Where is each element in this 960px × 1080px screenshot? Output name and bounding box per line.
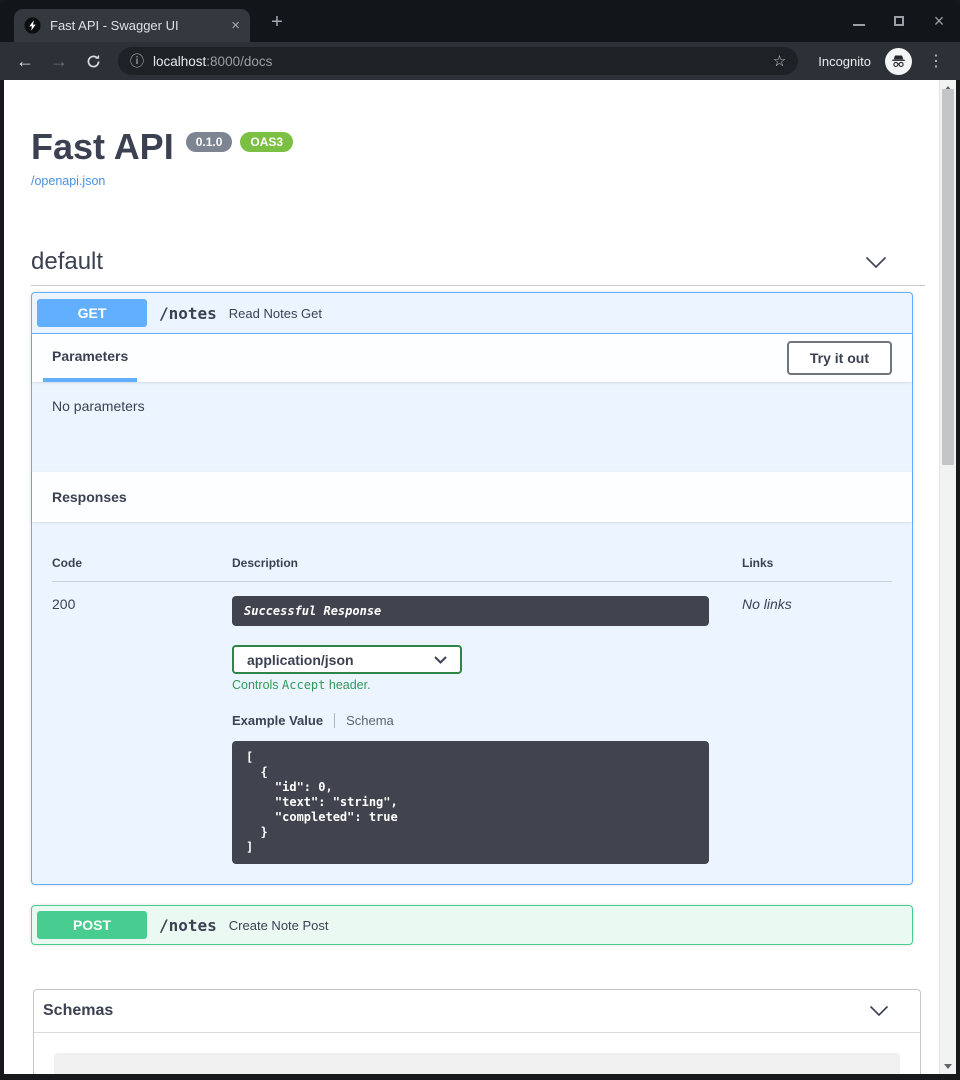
media-type-select[interactable]: application/json xyxy=(232,645,462,674)
schemas-section: Schemas Note xyxy=(33,989,921,1074)
schemas-chevron-down-icon[interactable] xyxy=(869,1005,889,1017)
openapi-spec-link[interactable]: /openapi.json xyxy=(31,174,105,188)
response-row-200: 200 Successful Response application/json… xyxy=(52,582,892,864)
page-viewport: Fast API 0.1.0 OAS3 /openapi.json defaul… xyxy=(4,80,956,1074)
model-container: Note xyxy=(54,1053,900,1074)
schemas-title: Schemas xyxy=(43,1002,113,1020)
example-schema-tabs: Example Value Schema xyxy=(232,713,742,728)
minimize-icon xyxy=(853,24,865,26)
schemas-header[interactable]: Schemas xyxy=(34,990,920,1033)
media-type-value: application/json xyxy=(247,652,354,668)
browser-tab[interactable]: Fast API - Swagger UI × xyxy=(14,9,250,42)
chevron-down-icon[interactable] xyxy=(865,256,887,269)
site-info-icon[interactable]: ⓘ xyxy=(130,51,144,71)
responses-table-header: Code Description Links xyxy=(52,542,892,582)
tab-title: Fast API - Swagger UI xyxy=(50,18,222,33)
no-parameters-text: No parameters xyxy=(52,398,145,414)
get-path: /notes xyxy=(159,304,217,323)
fastapi-favicon-icon xyxy=(24,17,41,34)
response-description-box: Successful Response xyxy=(232,596,709,626)
maximize-icon xyxy=(894,16,904,26)
tab-parameters[interactable]: Parameters xyxy=(43,334,137,382)
col-code-header: Code xyxy=(52,556,232,570)
post-summary-text: Create Note Post xyxy=(229,918,329,933)
incognito-label: Incognito xyxy=(818,54,871,69)
badges: 0.1.0 OAS3 xyxy=(186,132,293,152)
get-method-badge: GET xyxy=(37,299,147,327)
oas3-badge: OAS3 xyxy=(240,132,293,152)
try-it-out-wrap: Try it out xyxy=(787,334,892,382)
accept-header-note: Controls Accept header. xyxy=(232,678,742,692)
version-badge: 0.1.0 xyxy=(186,132,233,152)
response-links: No links xyxy=(742,582,892,864)
scrollbar-thumb[interactable] xyxy=(942,89,954,465)
tag-title: default xyxy=(31,248,103,276)
post-method-badge: POST xyxy=(37,911,147,939)
url-host: localhost xyxy=(153,54,206,69)
tab-schema[interactable]: Schema xyxy=(346,713,394,728)
forward-icon[interactable]: → xyxy=(46,51,72,72)
browser-tabstrip: Fast API - Swagger UI × + × xyxy=(0,0,960,42)
api-info: Fast API 0.1.0 OAS3 xyxy=(31,125,925,169)
tab-example-value[interactable]: Example Value xyxy=(232,713,323,728)
url-bar[interactable]: ⓘ localhost:8000/docs ☆ xyxy=(118,47,798,75)
incognito-badge-icon xyxy=(885,48,912,75)
accept-note-suffix: header. xyxy=(325,678,370,692)
responses-body: Code Description Links 200 Successful Re… xyxy=(32,522,912,884)
parameters-section-header: Parameters Try it out xyxy=(32,334,912,382)
new-tab-button[interactable]: + xyxy=(264,11,290,34)
url-text: localhost:8000/docs xyxy=(153,54,272,69)
bookmark-star-icon[interactable]: ☆ xyxy=(773,52,786,70)
back-icon[interactable]: ← xyxy=(12,51,38,72)
responses-section-header: Responses xyxy=(32,472,912,522)
select-chevron-down-icon xyxy=(434,656,447,664)
browser-toolbar: ← → ⓘ localhost:8000/docs ☆ Incognito ⋮ xyxy=(0,42,960,80)
window-minimize-button[interactable] xyxy=(852,8,866,34)
responses-title: Responses xyxy=(52,489,127,505)
swagger-page: Fast API 0.1.0 OAS3 /openapi.json defaul… xyxy=(4,80,939,1074)
schemas-body: Note xyxy=(34,1033,920,1074)
col-links-header: Links xyxy=(742,556,892,570)
accept-note-prefix: Controls xyxy=(232,678,282,692)
get-summary-row[interactable]: GET /notes Read Notes Get xyxy=(32,293,912,334)
response-code: 200 xyxy=(52,582,232,864)
tab-close-icon[interactable]: × xyxy=(231,18,240,33)
get-summary-text: Read Notes Get xyxy=(229,306,322,321)
window-controls: × xyxy=(852,8,946,34)
window-close-button[interactable]: × xyxy=(932,8,946,34)
parameters-body: No parameters xyxy=(32,382,912,472)
post-path: /notes xyxy=(159,916,217,935)
reload-icon xyxy=(85,53,102,70)
response-description-cell: Successful Response application/json Con… xyxy=(232,582,742,864)
reload-button[interactable] xyxy=(80,53,106,70)
opblock-get-notes: GET /notes Read Notes Get Parameters Try… xyxy=(31,292,913,885)
col-description-header: Description xyxy=(232,556,742,570)
tab-divider xyxy=(334,713,335,728)
accept-note-code: Accept xyxy=(282,678,325,692)
try-it-out-button[interactable]: Try it out xyxy=(787,341,892,375)
page-scrollbar[interactable] xyxy=(939,80,956,1074)
window-maximize-button[interactable] xyxy=(892,8,906,34)
page-title: Fast API xyxy=(31,125,174,169)
tag-section-header[interactable]: default xyxy=(31,248,925,286)
scrollbar-down-icon[interactable] xyxy=(940,1060,956,1072)
browser-menu-icon[interactable]: ⋮ xyxy=(928,51,944,71)
url-path: :8000/docs xyxy=(206,54,272,69)
example-json-block[interactable]: [ { "id": 0, "text": "string", "complete… xyxy=(232,741,709,864)
post-summary-row[interactable]: POST /notes Create Note Post xyxy=(32,906,912,944)
opblock-post-notes: POST /notes Create Note Post xyxy=(31,905,913,945)
